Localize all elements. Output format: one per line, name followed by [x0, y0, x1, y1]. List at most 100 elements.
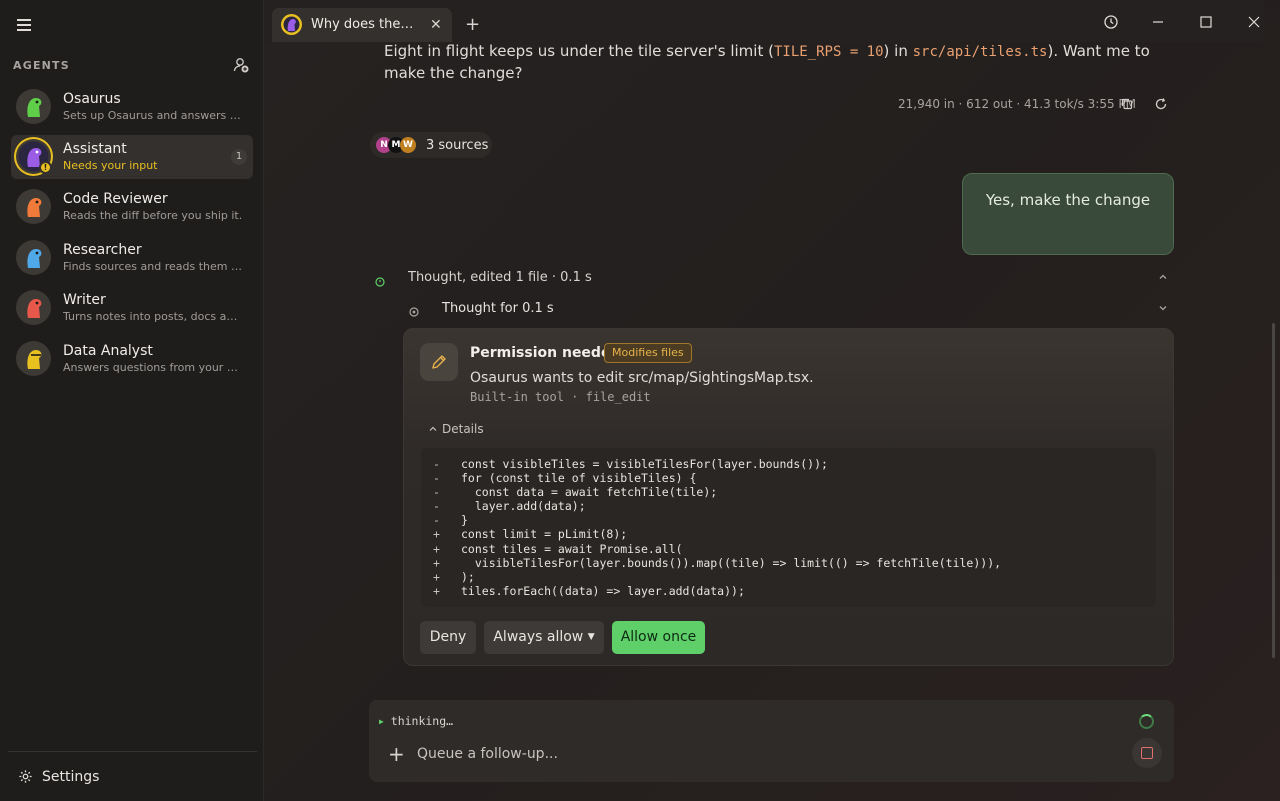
- allow-once-button[interactable]: Allow once: [612, 621, 705, 654]
- diff-code: const visibleTiles = visibleTilesFor(lay…: [461, 457, 828, 471]
- unread-count-badge: 1: [231, 149, 247, 165]
- menu-icon[interactable]: [14, 14, 36, 36]
- diff-marker: +: [433, 527, 440, 542]
- user-message: Yes, make the change: [962, 173, 1174, 255]
- sources-button[interactable]: N M W 3 sources: [370, 132, 492, 158]
- osaurus-avatar: [16, 89, 51, 124]
- agent-code-reviewer[interactable]: Code Reviewer Reads the diff before you …: [11, 185, 253, 229]
- assistant-message: Eight in flight keeps us under the tile …: [384, 41, 1174, 84]
- tab-title: Why does the si...: [311, 17, 416, 32]
- agent-writer[interactable]: Writer Turns notes into posts, docs and.…: [11, 286, 253, 330]
- diff-code: tiles.forEach((data) => layer.add(data))…: [461, 583, 745, 598]
- copy-icon[interactable]: [1120, 96, 1134, 110]
- stop-button[interactable]: [1132, 738, 1162, 768]
- thinking-indicator[interactable]: ▶ thinking…: [379, 714, 453, 728]
- warning-icon: !: [39, 161, 52, 174]
- permission-title: Permission needed: [470, 345, 621, 361]
- permission-text: Osaurus wants to edit src/map/SightingsM…: [470, 370, 814, 386]
- tab-agent-avatar: [281, 14, 302, 35]
- close-tab-icon[interactable]: ✕: [430, 17, 442, 33]
- agent-description: Answers questions from your CS...: [63, 361, 243, 374]
- researcher-avatar: [16, 240, 51, 275]
- agent-data-analyst[interactable]: Data Analyst Answers questions from your…: [11, 337, 253, 381]
- agent-name: Code Reviewer: [63, 191, 168, 207]
- loading-spinner-icon: [1139, 714, 1154, 729]
- new-tab-icon[interactable]: +: [465, 14, 480, 35]
- agent-assistant[interactable]: ! Assistant Needs your input 1: [11, 135, 253, 179]
- source-avatar: W: [400, 137, 416, 153]
- chevron-down-icon[interactable]: [1157, 302, 1169, 317]
- thinking-label: thinking…: [390, 714, 454, 728]
- thought-summary[interactable]: Thought, edited 1 file · 0.1 s: [408, 270, 592, 285]
- diff-line: +);: [433, 570, 1156, 584]
- diff-code: );: [461, 569, 475, 584]
- diff-marker: +: [433, 555, 440, 570]
- diff-marker: +: [433, 583, 440, 598]
- permission-card: Permission needed Modifies files Osaurus…: [403, 328, 1174, 666]
- composer: ▶ thinking… +: [369, 700, 1174, 782]
- modifies-files-badge: Modifies files: [604, 343, 692, 363]
- close-window-icon[interactable]: [1246, 14, 1266, 34]
- scrollbar[interactable]: [1272, 323, 1275, 658]
- diff-marker: -: [433, 499, 440, 514]
- agent-researcher[interactable]: Researcher Finds sources and reads them …: [11, 236, 253, 280]
- diff-line: - layer.add(data);: [433, 499, 1156, 513]
- minimize-icon[interactable]: [1150, 14, 1170, 34]
- attach-plus-icon[interactable]: +: [388, 742, 405, 766]
- diff-code: }: [461, 513, 468, 528]
- maximize-icon[interactable]: [1198, 14, 1218, 34]
- settings-label: Settings: [42, 769, 100, 785]
- agent-name: Data Analyst: [63, 343, 153, 359]
- pencil-icon: [420, 343, 458, 381]
- chevron-up-icon: [429, 426, 437, 431]
- diff-code: const limit = pLimit(8);: [461, 527, 628, 542]
- diff-marker: -: [433, 485, 440, 500]
- inline-code: src/api/tiles.ts: [912, 44, 1048, 60]
- diff-line: -}: [433, 513, 1156, 527]
- play-icon: ▶: [379, 717, 384, 726]
- agent-osaurus[interactable]: Osaurus Sets up Osaurus and answers qu..…: [11, 85, 253, 129]
- diff-marker: +: [433, 569, 440, 584]
- sidebar-divider: [8, 751, 257, 752]
- message-meta: 21,940 in · 612 out · 41.3 tok/s 3:55 PM: [898, 97, 1136, 111]
- diff-marker: -: [433, 471, 440, 486]
- regenerate-icon[interactable]: [1154, 96, 1168, 110]
- writer-avatar: [16, 290, 51, 325]
- gear-icon: [19, 770, 32, 783]
- diff-marker: -: [433, 457, 440, 471]
- dropdown-caret-icon: ▼: [587, 632, 595, 642]
- app-window: AGENTS Osaurus Sets up Osaurus and answe…: [0, 0, 1280, 801]
- sources-label: 3 sources: [426, 138, 489, 153]
- chevron-up-icon[interactable]: [1157, 271, 1169, 286]
- agent-name: Assistant: [63, 141, 127, 157]
- add-agent-icon[interactable]: [232, 56, 250, 74]
- details-toggle[interactable]: Details: [428, 422, 484, 436]
- data-analyst-avatar: [16, 341, 51, 376]
- diff-code: const data = await fetchTile(tile);: [461, 485, 718, 500]
- diff-line: + const tiles = await Promise.all(: [433, 542, 1156, 556]
- agents-section-label: AGENTS: [13, 59, 70, 72]
- message-text: ) in: [883, 42, 913, 60]
- diff-line: - const visibleTiles = visibleTilesFor(la…: [433, 457, 1156, 471]
- agent-status: Needs your input: [63, 159, 158, 172]
- deny-button[interactable]: Deny: [420, 621, 476, 654]
- permission-tool: Built-in tool · file_edit: [470, 390, 651, 404]
- diff-marker: -: [433, 513, 440, 528]
- always-allow-button[interactable]: Always allow ▼: [484, 621, 604, 654]
- sidebar: AGENTS Osaurus Sets up Osaurus and answe…: [0, 0, 264, 801]
- diff-line: + const limit = pLimit(8);: [433, 527, 1156, 541]
- agent-name: Writer: [63, 292, 106, 308]
- stop-icon: [1141, 747, 1153, 759]
- code-reviewer-avatar: [16, 189, 51, 224]
- history-icon[interactable]: [1103, 14, 1123, 34]
- tab-current-chat[interactable]: Why does the si... ✕: [272, 8, 452, 42]
- diff-code: layer.add(data);: [461, 499, 586, 514]
- diff-code: visibleTilesFor(layer.bounds()).map((til…: [461, 555, 1002, 570]
- diff-line: + visibleTilesFor(layer.bounds()).map((t…: [433, 556, 1156, 570]
- diff-code: for (const tile of visibleTiles) {: [461, 471, 697, 486]
- diff-code: const tiles = await Promise.all(: [461, 541, 683, 556]
- follow-up-input[interactable]: [417, 746, 1017, 762]
- thought-detail[interactable]: Thought for 0.1 s: [442, 301, 554, 316]
- diff-line: - const data = await fetchTile(tile);: [433, 485, 1156, 499]
- agent-name: Osaurus: [63, 91, 121, 107]
